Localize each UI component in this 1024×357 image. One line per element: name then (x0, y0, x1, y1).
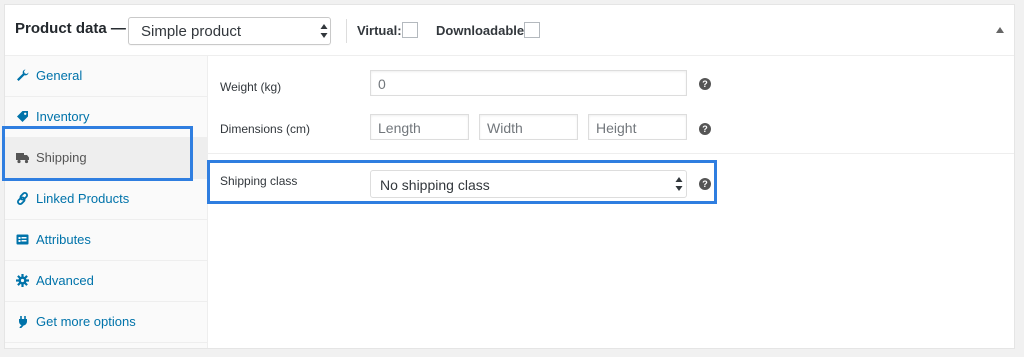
shipping-tab-highlight (2, 126, 193, 181)
dimensions-help-icon[interactable]: ? (699, 123, 711, 135)
product-data-tabs: General Inventory Shipping Linked Produc… (5, 56, 208, 348)
panel-title: Product data — (15, 20, 126, 37)
width-placeholder: Width (487, 120, 523, 136)
height-input[interactable]: Height (588, 114, 687, 140)
weight-input[interactable]: 0 (370, 70, 687, 96)
select-arrows-icon (320, 24, 328, 38)
weight-placeholder: 0 (378, 76, 386, 92)
width-input[interactable]: Width (479, 114, 578, 140)
gear-icon (16, 274, 29, 287)
weight-help-icon[interactable]: ? (699, 78, 711, 90)
panel-header: Product data — Simple product Virtual: D… (5, 5, 1014, 56)
plugin-icon (19, 316, 27, 328)
downloadable-checkbox[interactable] (524, 22, 540, 38)
tab-get-more-options[interactable]: Get more options (5, 302, 207, 343)
length-placeholder: Length (378, 120, 421, 136)
product-type-select[interactable]: Simple product (128, 17, 331, 45)
tab-label: Get more options (36, 314, 136, 329)
tag-icon (17, 111, 28, 122)
tab-label: Advanced (36, 273, 94, 288)
wrench-icon (17, 69, 29, 81)
tab-attributes[interactable]: Attributes (5, 220, 207, 261)
shipping-class-highlight (207, 160, 717, 204)
dimensions-label: Dimensions (cm) (220, 122, 311, 136)
length-input[interactable]: Length (370, 114, 469, 140)
height-placeholder: Height (596, 120, 637, 136)
collapse-arrow-icon[interactable] (995, 26, 1005, 34)
tab-advanced[interactable]: Advanced (5, 261, 207, 302)
header-separator (346, 19, 347, 43)
tab-linked-products[interactable]: Linked Products (5, 179, 207, 220)
section-divider (208, 153, 1014, 154)
virtual-label: Virtual: (357, 23, 402, 38)
tab-general[interactable]: General (5, 56, 207, 97)
tab-label: Inventory (36, 109, 90, 124)
link-icon (17, 192, 28, 205)
list-card-icon (16, 234, 29, 245)
tab-label: Linked Products (36, 191, 130, 206)
weight-label: Weight (kg) (220, 80, 282, 94)
product-type-value: Simple product (141, 23, 242, 40)
tab-label: General (36, 68, 83, 83)
virtual-checkbox[interactable] (402, 22, 418, 38)
downloadable-label: Downloadable: (436, 23, 529, 38)
tab-label: Attributes (36, 232, 91, 247)
